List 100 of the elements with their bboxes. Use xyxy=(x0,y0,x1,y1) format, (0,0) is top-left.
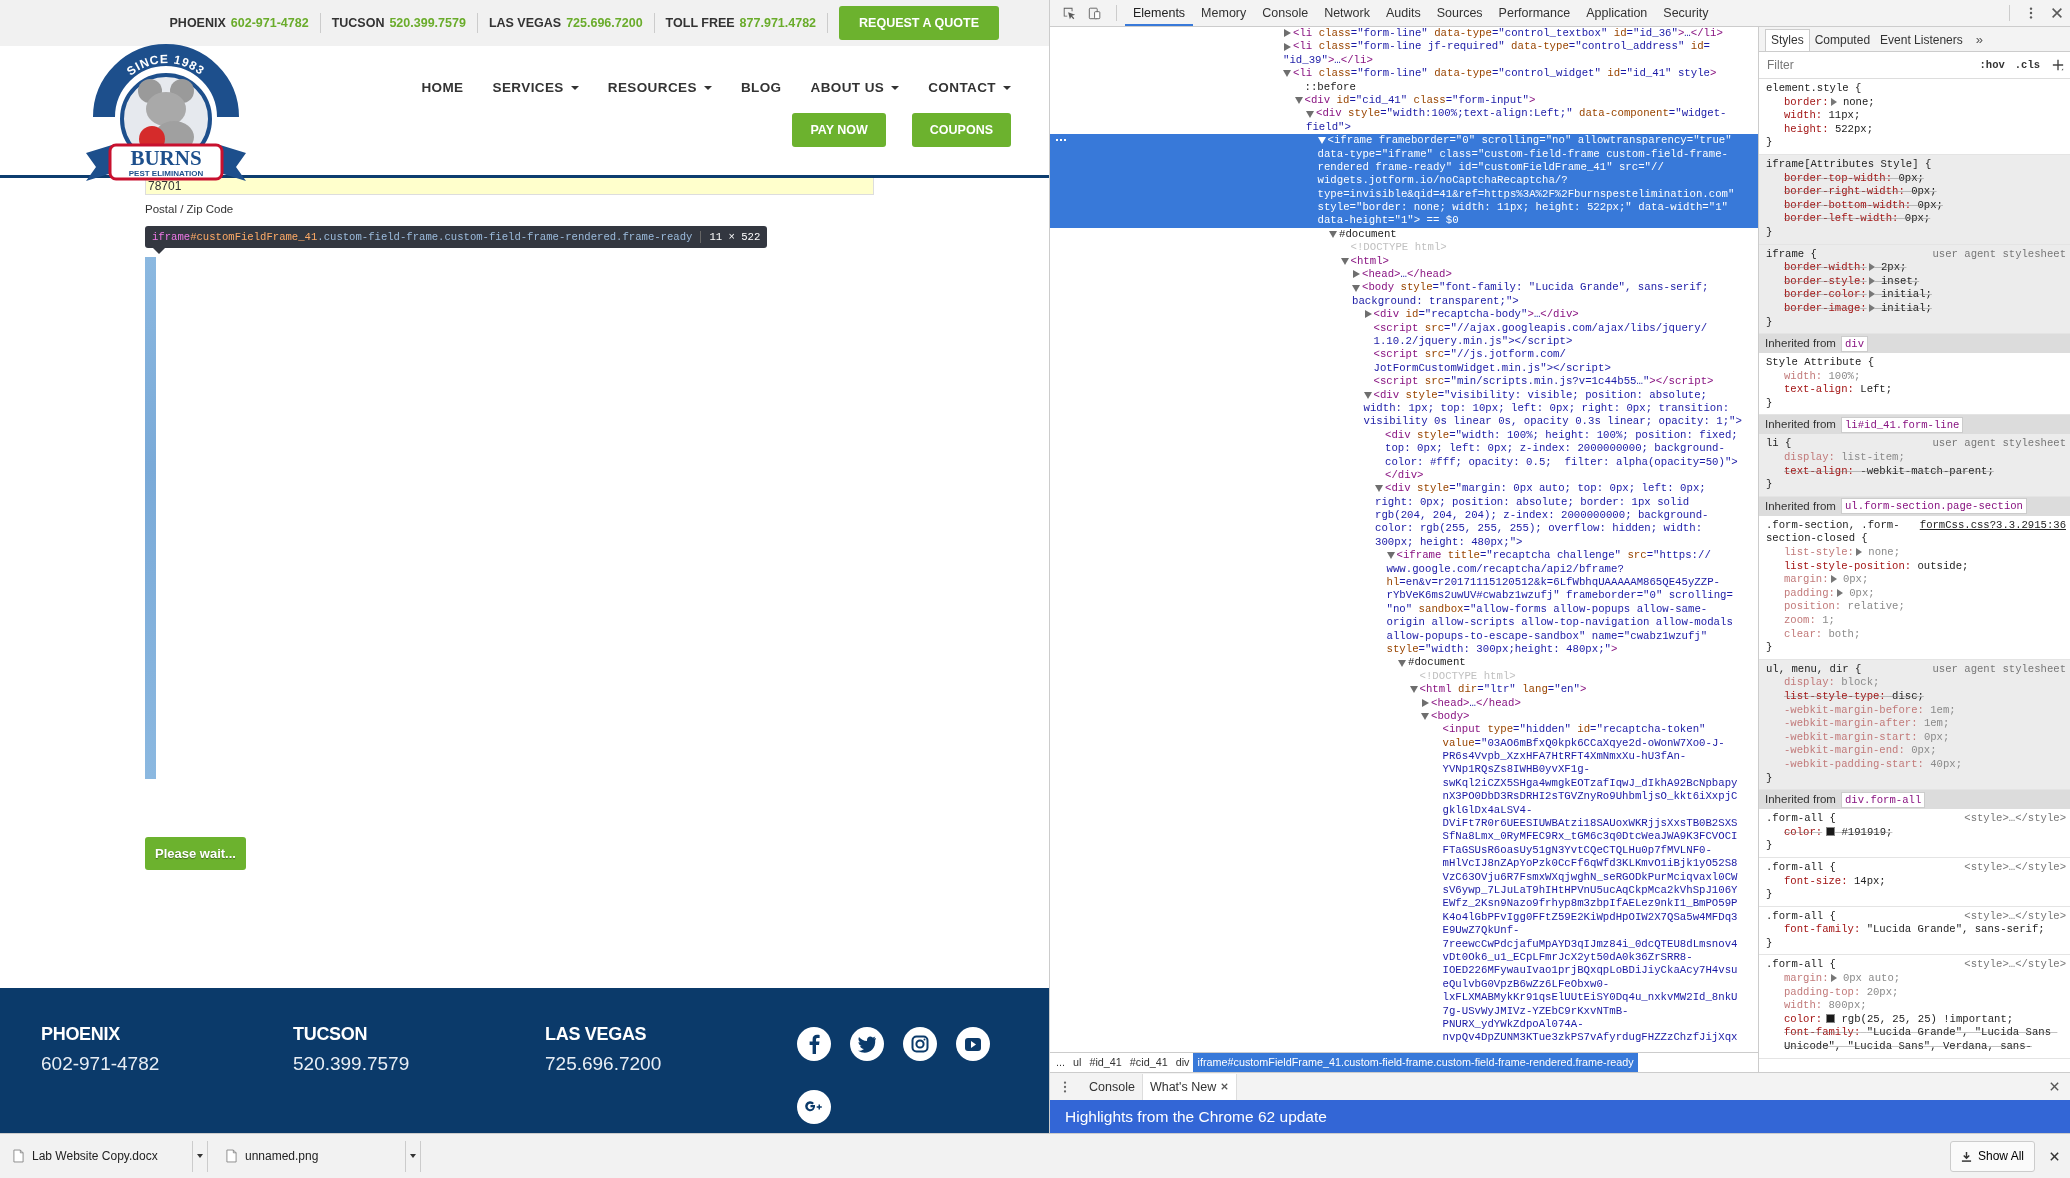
disclosure-triangle-icon[interactable] xyxy=(1398,658,1408,667)
rule-source-link[interactable]: <style>…</style> xyxy=(1964,860,2066,875)
rule-source-link[interactable]: <style>…</style> xyxy=(1964,958,2066,973)
dom-node[interactable]: <div id="cid_41" class="form-input"> xyxy=(1050,93,1758,108)
nav-link[interactable]: RESOURCES xyxy=(607,80,712,95)
dom-node[interactable]: <li class="form-line" data-type="control_widget" id="id_41" style> xyxy=(1050,67,1758,81)
dom-node[interactable]: <li class="form-line" data-type="control_textbox" id="id_36">…</li> xyxy=(1050,27,1758,41)
caret-icon[interactable] xyxy=(410,1154,416,1158)
disclosure-triangle-icon[interactable] xyxy=(1409,685,1420,694)
expand-triangle-icon[interactable] xyxy=(1868,263,1875,272)
disclosure-triangle-icon[interactable] xyxy=(1340,256,1351,265)
close-icon[interactable] xyxy=(2049,1081,2060,1092)
style-property[interactable]: border-right-width: 0px; xyxy=(1766,185,2066,199)
rule-source-link[interactable]: formCss.css?3.3.2915:36 xyxy=(1919,518,2066,547)
nav-link[interactable]: HOME xyxy=(421,80,464,95)
disclosure-triangle-icon[interactable] xyxy=(1283,69,1293,78)
style-property[interactable]: border-top-width: 0px; xyxy=(1766,171,2066,186)
dom-node[interactable]: <head>…</head> xyxy=(1050,696,1758,710)
devtools-tab[interactable]: Audits xyxy=(1378,0,1429,26)
disclosure-triangle-icon[interactable] xyxy=(1329,230,1339,239)
filter-toggle[interactable]: .cls xyxy=(2014,59,2040,71)
devtools-tab[interactable]: Sources xyxy=(1428,0,1491,26)
dom-node[interactable]: <html> xyxy=(1050,254,1758,269)
style-property[interactable]: list-style-type: disc; xyxy=(1766,689,2066,704)
bird-icon[interactable] xyxy=(850,1027,884,1061)
devtools-tab[interactable]: Security xyxy=(1655,0,1717,26)
drawer-tab[interactable]: Console xyxy=(1082,1073,1142,1100)
nav-link[interactable]: CONTACT xyxy=(928,80,1011,95)
style-property[interactable]: border-image: initial; xyxy=(1766,301,2066,316)
style-property[interactable]: text-align: Left; xyxy=(1766,383,2066,397)
dom-node[interactable]: <script src="min/scripts.min.js?v=1c44b55…"></script> xyxy=(1050,375,1758,389)
style-property[interactable]: border-width: 2px; xyxy=(1766,261,2066,275)
style-property[interactable]: border: none; xyxy=(1766,95,2066,110)
color-swatch[interactable] xyxy=(1826,826,1836,836)
style-property[interactable]: font-size: 14px; xyxy=(1766,874,2066,889)
style-property[interactable]: list-style-position: outside; xyxy=(1766,559,2066,574)
inspect-icon[interactable] xyxy=(1062,6,1076,20)
devtools-tab[interactable]: Application xyxy=(1578,0,1656,26)
style-property[interactable]: height: 522px; xyxy=(1766,122,2066,137)
style-property[interactable]: text-align: -webkit-match-parent; xyxy=(1766,464,2066,479)
disclosure-triangle-icon[interactable] xyxy=(1375,484,1385,493)
dom-node[interactable]: #document xyxy=(1050,227,1758,242)
devtools-tab[interactable]: Memory xyxy=(1193,0,1255,26)
close-icon[interactable] xyxy=(1220,1082,1230,1091)
disclosure-triangle-icon[interactable] xyxy=(1306,109,1316,118)
breadcrumb[interactable]: ... xyxy=(1052,1053,1069,1072)
dom-node[interactable]: <div style="visibility: visible; position: absolute; width: 1px; top: 10px; left: 0px; right: 0px; transition: visibility 0s linear 0s, opacity 0.3s linear; opacity: 1;"> xyxy=(1050,388,1758,429)
plus-icon[interactable] xyxy=(2052,59,2064,71)
caret-icon[interactable] xyxy=(197,1154,203,1158)
sidebar-tab[interactable]: Styles xyxy=(1765,29,1810,51)
dom-node[interactable]: <div style="width: 100%; height: 100%; position: fixed; top: 0px; left: 0px; z-index: 2000000000; background- color: #fff; opacity: 0.5; filter: alpha(opacity=50)"> </div> xyxy=(1050,428,1758,483)
filter-field[interactable]: Filter xyxy=(1765,58,1970,72)
dom-node[interactable]: <iframe frameborder="0" scrolling="no" allowtransparency="true" data-type="iframe" class="custom-field-frame custom-field-frame- rendered frame-ready" id="customFieldFrame_41" src="// widgets.jotform.io/noCaptchaRecaptcha/? type=invisible&qid=41&ref=https%3A%2F%2Fburnspestelimination.com" style="border: none; width: 11px; height: 522px;" data-width="1" data-height="1"> == $0 xyxy=(1050,134,1758,228)
more-icon[interactable] xyxy=(1056,139,1066,142)
style-property[interactable]: width: 11px; xyxy=(1766,109,2066,123)
dom-node[interactable]: <div style="width:100%;text-align:Left;" data-component="widget- field"> xyxy=(1050,107,1758,135)
style-property[interactable]: font-family: "Lucida Grande", "Lucida Sans Unicode", "Lucida Sans", Verdana, sans- xyxy=(1766,1026,2066,1054)
nav-link[interactable]: SERVICES xyxy=(492,80,579,95)
disclosure-triangle-icon[interactable] xyxy=(1363,390,1374,399)
dom-node[interactable]: <div style="margin: 0px auto; top: 0px; left: 0px; right: 0px; position: absolute; border: 1px solid rgb(204, 204, 204); z-index: 2000000000; background- color: rgb(255, 255, 255); overflow: hidden; width: 300px; height: 480px;"> xyxy=(1050,482,1758,550)
download-item[interactable]: unnamed.png xyxy=(216,1140,421,1172)
google-plus-icon[interactable] xyxy=(797,1089,831,1124)
dom-node[interactable]: <body> xyxy=(1050,709,1758,724)
rule-source-link[interactable]: <style>…</style> xyxy=(1964,909,2066,924)
dom-node[interactable]: <iframe title="recaptcha challenge" src="https:// www.google.com/recaptcha/api2/bframe? hl=en&v=r20171115120512&k=6LfWbhqUAAAAAM865QE45yZZP- rYbVeK6ms2uwUV#cwabz1wzufj" frameborder="0" scrolling= "no" sandbox="allow-forms allow-popups allow-same- origin allow-scripts allow-top-navigation allow-modals allow-popups-to-escape-sandbox" name="cwabz1wzufj" style="width: 300px;height: 480px;"> xyxy=(1050,549,1758,657)
dom-node[interactable]: ::before xyxy=(1050,80,1758,94)
facebook-icon[interactable] xyxy=(797,1027,831,1061)
sidebar-tab[interactable]: Computed xyxy=(1809,30,1876,51)
inherited-node-link[interactable]: div xyxy=(1840,335,1869,352)
dom-node[interactable]: <html dir="ltr" lang="en"> xyxy=(1050,683,1758,697)
devtools-tab[interactable]: Performance xyxy=(1490,0,1579,26)
more-tabs-button[interactable]: » xyxy=(1967,30,1991,51)
rule-source-link[interactable]: user agent stylesheet xyxy=(1932,437,2066,452)
disclosure-triangle-icon[interactable] xyxy=(1386,551,1397,560)
nav-link[interactable]: ABOUT US xyxy=(810,80,900,95)
video-icon[interactable] xyxy=(956,1027,990,1061)
camera-icon[interactable] xyxy=(903,1027,937,1061)
rule-source-link[interactable]: user agent stylesheet xyxy=(1932,662,2066,677)
style-property[interactable]: border-style: inset; xyxy=(1766,274,2066,289)
dom-node[interactable]: <li class="form-line jf-required" data-type="control_address" id= "id_39">…</li> xyxy=(1050,40,1758,68)
drawer-tab[interactable]: What's New xyxy=(1141,1073,1238,1100)
nav-link[interactable]: BLOG xyxy=(740,80,782,95)
inherited-node-link[interactable]: ul.form-section.page-section xyxy=(1840,498,2027,515)
rule-source-link[interactable]: user agent stylesheet xyxy=(1932,247,2066,262)
rule-source-link[interactable]: <style>…</style> xyxy=(1964,812,2066,826)
devtools-tab[interactable]: Console xyxy=(1254,0,1317,26)
dom-node[interactable]: <script src="//js.jotform.com/ JotFormCustomWidget.min.js"></script> xyxy=(1050,348,1758,376)
devtools-tab[interactable]: Network xyxy=(1316,0,1378,26)
style-property[interactable]: border-bottom-width: 0px; xyxy=(1766,198,2066,213)
inherited-node-link[interactable]: li#id_41.form-line xyxy=(1840,416,1964,433)
disclosure-triangle-icon[interactable] xyxy=(1294,96,1305,105)
style-property[interactable]: color: #191919; xyxy=(1766,825,2066,840)
close-icon[interactable] xyxy=(2049,1150,2060,1162)
filter-toggle[interactable]: :hov xyxy=(1979,59,2005,71)
disclosure-triangle-icon[interactable] xyxy=(1317,136,1328,145)
sidebar-tab[interactable]: Event Listeners xyxy=(1875,30,1968,51)
style-property[interactable]: border-left-width: 0px; xyxy=(1766,212,2066,226)
dom-node[interactable]: #document xyxy=(1050,656,1758,670)
show-all-button[interactable]: Show All xyxy=(1949,1140,2035,1172)
dom-node[interactable]: <input type="hidden" id="recaptcha-token" value="03AO6mBfxQ0kpk6CCaXqye2d-oWonW7Xo0-J- PR6s4Vvpb_XzxHFA7HtRFT4XmNmxXu-hU3fAn- YVNp1RQsZs8IWHB0yvXF1g- swKql2iCZX5SHga4wmgkEOTzafIqwJ_dIkhA92BcNpbapy nX3PO0DbD3RsDRHI2sTGVZnyRo9UhbmljsO_kkt6iXxpjC gklGlDx4aLSV4- DViFt7R0r6UEESIUWBAtzi18SAUoxWKRjjsXxsTB0B2SXS SfNa8Lmx_0RyMFEC9Rx_tGM6c3q0DtcWeaJWA9K3FCVOCI FTaGSUsR6oasUy51gN3YvtCQeCTQLHu0p7fMVLNF0- mHlVcIJ8nZApYoPzk0CcFf6qWfd3KLKmvO1iBjk1yO52S8 VzC63OVju6R7FsmxWXqjwghN_seRGODkPurMciqvaxl0CW sV6ywp_7LJuLaT9hIHtHPVnU5ucAqCkpMca2kVhSpJ106Y EWfz_2Ksn9Nazo9frhyp8m3zbpIfAELez9nkI1_BmPO59P K4o4lGbPFvIgg0FFtZ59E2KiWpdHpOIW2X7QSa5w4MFDq3 E9UwZ7QkUnf- 7reewcCwPdcjafuMpAYD3qIJmz84i_0dcQTEU8dLmsnov4 vDt0Ok6_u1_ECpLFmrJcX2yt50dA0k36ZrSRR8- IOED226MFywauIvao1prjBQxqpLoBDiJiyCkaAcy7H4vsu eQulvbG0VpzB6wZz6LFeObxw0- lxFLXMABMykKr91qsElUUtEiSY0Dq4u_nxkvMW2Id_8nkU 7g-USvWyJMIVz-YZEbC9rKxvNTmB- PNURX_ydYWkZdpoAl074A- nvpQv4DpZUNM3KTue3zkPS7vAfyrdugFHZZzChzfJijXqx xyxy=(1050,723,1758,1045)
